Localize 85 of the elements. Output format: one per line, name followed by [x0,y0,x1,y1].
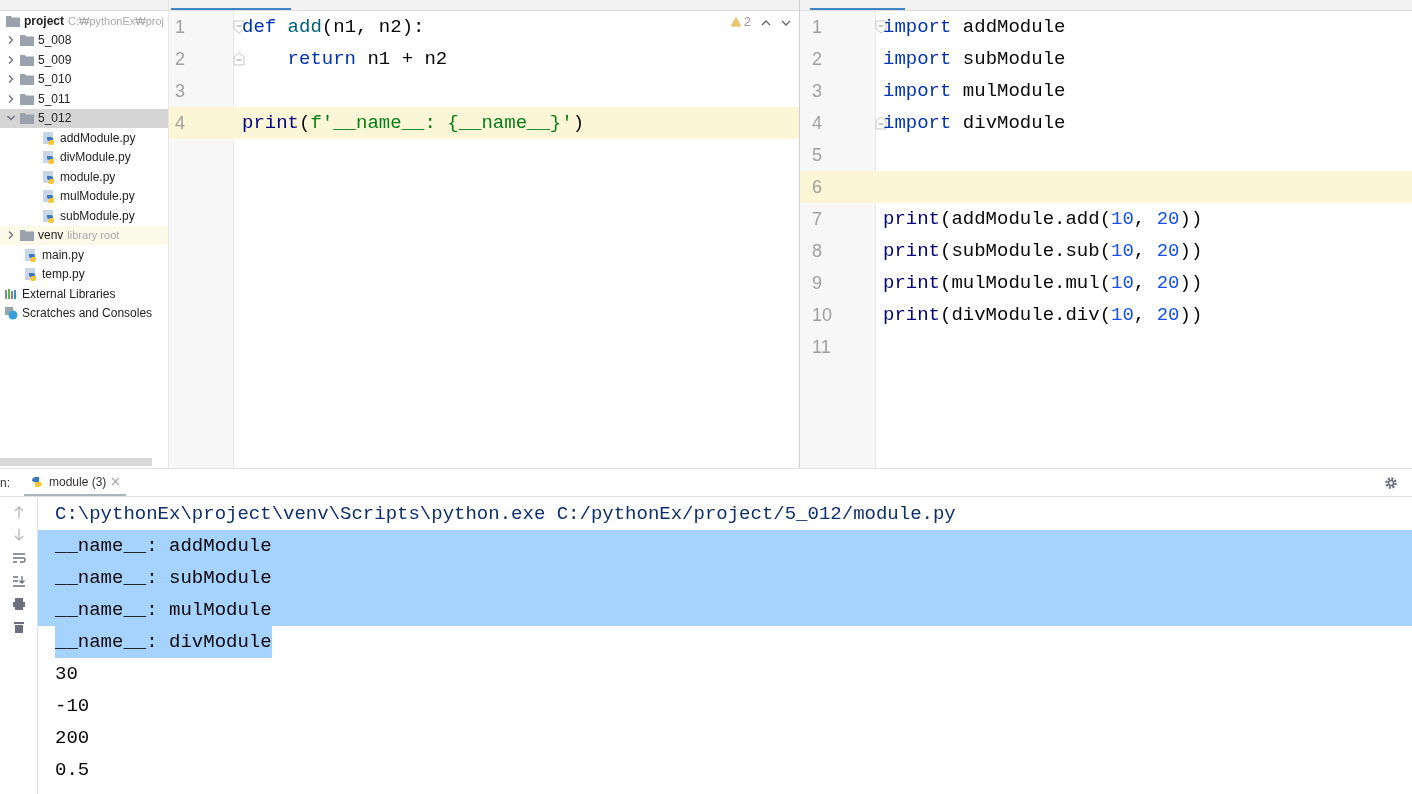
python-file-icon [24,247,38,262]
code-line: def add(n1, n2): [242,16,425,38]
tree-item[interactable]: temp.py [42,267,85,282]
line-number: 11 [811,336,832,358]
tree-item[interactable]: divModule.py [60,150,131,165]
scrollbar[interactable] [0,458,152,466]
python-file-icon [42,189,56,204]
collapsed-chevron-icon[interactable] [6,35,16,46]
code-line: print(addModule.add(10, 20)) [883,208,1203,230]
line-number: 3 [174,80,186,102]
command-line: C:\pythonEx\project\venv\Scripts\python.exe C:/pythonEx/project/5_012/module.py [55,502,956,527]
line-number: 6 [811,176,823,198]
code-line: print(mulModule.mul(10, 20)) [883,272,1203,294]
trash-icon[interactable] [11,620,26,634]
tree-item[interactable]: Scratches and Consoles [22,306,153,321]
line-number: 1 [811,16,823,38]
code-line: print(divModule.div(10, 20)) [883,304,1203,326]
down-arrow-icon[interactable] [12,528,25,542]
fold-marker-icon[interactable] [233,20,245,34]
fold-marker-icon[interactable] [233,52,245,66]
output-line: 200 [55,726,90,751]
code-line: return n1 + n2 [286,48,448,70]
tree-item[interactable]: 5_011 [38,91,71,106]
line-number: 5 [811,144,823,166]
line-number: 1 [174,16,186,38]
collapsed-chevron-icon[interactable] [6,74,16,85]
folder-icon [20,92,34,105]
folder-icon [20,229,34,242]
tree-item[interactable]: 5_010 [38,72,72,87]
tree-item[interactable]: External Libraries [22,286,116,301]
line-number: 2 [811,48,823,70]
output-line: -10 [55,694,90,719]
run-label: n: [0,475,11,490]
collapsed-chevron-icon[interactable] [6,93,16,104]
library-icon [4,287,18,300]
folder-icon [6,14,20,27]
project-path: C:₩pythonEx₩proj [68,14,164,27]
line-number: 4 [174,112,186,134]
line-number: 4 [811,112,823,134]
tree-item[interactable]: subModule.py [60,208,135,223]
scroll-to-end-icon[interactable] [11,574,26,588]
line-number: 2 [174,48,186,70]
collapsed-chevron-icon[interactable] [6,54,16,65]
code-line: import divModule [883,112,1066,134]
output-line: 0.5 [55,758,90,783]
tree-item[interactable]: venv [38,228,64,243]
folder-icon [20,53,34,66]
line-number: 7 [811,208,823,230]
folder-icon [20,73,34,86]
up-arrow-icon[interactable] [12,505,25,519]
tree-item[interactable]: 5_012 [38,111,72,126]
tree-item[interactable]: 5_009 [38,52,72,67]
collapsed-chevron-icon[interactable] [6,230,16,241]
warning-icon [729,16,742,27]
tree-item[interactable]: main.py [42,247,85,262]
code-line: print(f'__name__: {__name__}') [242,112,585,134]
python-file-icon [42,150,56,165]
scratches-icon [4,306,18,321]
soft-wrap-icon[interactable] [11,551,26,565]
settings-icon[interactable] [1384,475,1398,490]
python-file-icon [24,267,38,282]
library-root-hint: library root [67,229,120,242]
folder-icon [20,112,34,125]
code-line: print(subModule.sub(10, 20)) [883,240,1203,262]
project-root-label[interactable]: project [24,13,64,28]
code-line: import subModule [883,48,1066,70]
close-icon[interactable] [111,477,121,486]
code-line: import addModule [883,16,1066,38]
python-file-icon [42,169,56,184]
tree-item[interactable]: module.py [60,169,116,184]
code-line: import mulModule [883,80,1066,102]
line-number: 3 [811,80,823,102]
tree-item[interactable]: 5_008 [38,33,72,48]
output-line: 30 [55,662,78,687]
tree-item[interactable]: addModule.py [60,130,136,145]
run-tab[interactable]: module (3) [24,469,127,496]
folder-icon [20,34,34,47]
line-number: 10 [811,304,834,326]
tree-item[interactable]: mulModule.py [60,189,135,204]
line-number: 8 [811,240,823,262]
python-file-icon [42,208,56,223]
line-number: 9 [811,272,823,294]
python-icon [30,474,44,489]
print-icon[interactable] [11,597,26,611]
python-file-icon [42,130,56,145]
